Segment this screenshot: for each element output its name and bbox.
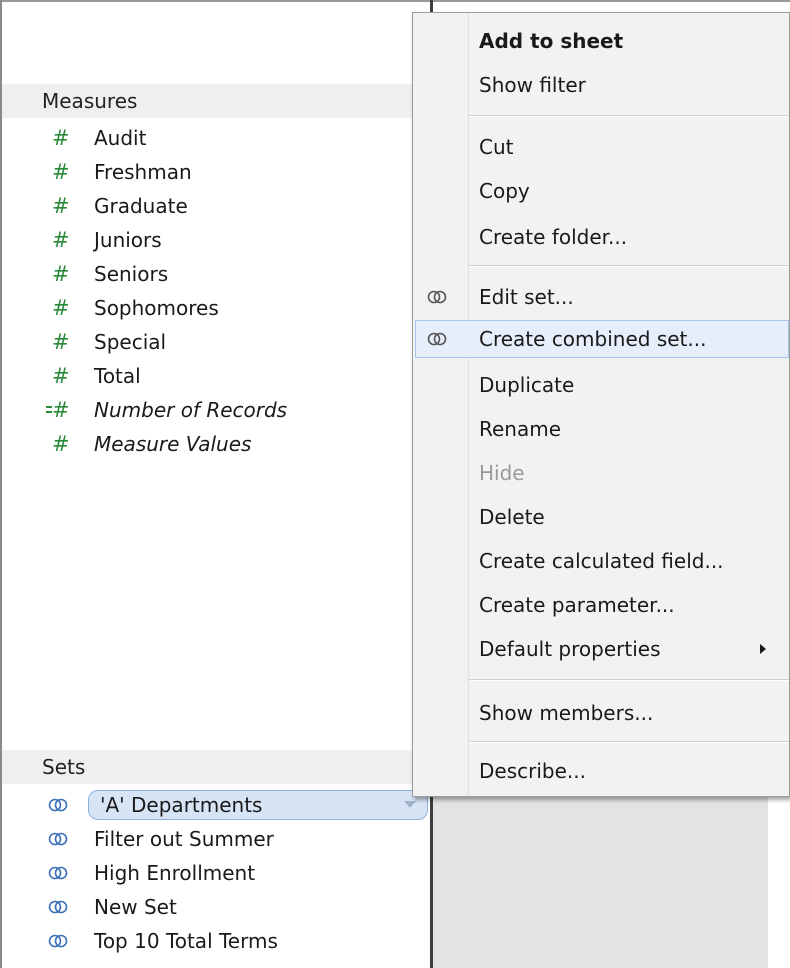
menu-item-label: Create combined set... bbox=[479, 327, 707, 351]
measure-field-audit[interactable]: # Audit bbox=[2, 121, 430, 155]
sets-header: Sets bbox=[2, 750, 430, 784]
hash-icon: # bbox=[52, 194, 70, 218]
hash-icon: # bbox=[52, 160, 70, 184]
set-label: Filter out Summer bbox=[94, 827, 274, 851]
measure-field-total[interactable]: # Total bbox=[2, 359, 430, 393]
menu-separator-highlight bbox=[469, 116, 789, 117]
menu-item-label: Cut bbox=[479, 135, 514, 159]
measure-field-freshman[interactable]: # Freshman bbox=[2, 155, 430, 189]
menu-item-label: Create parameter... bbox=[479, 593, 675, 617]
menu-item-label: Hide bbox=[479, 461, 525, 485]
menu-item-label: Delete bbox=[479, 505, 545, 529]
menu-item-duplicate[interactable]: Duplicate bbox=[413, 365, 789, 405]
menu-item-show-members[interactable]: Show members... bbox=[413, 693, 789, 733]
set-icon bbox=[427, 290, 447, 304]
set-item-new-set[interactable]: New Set bbox=[2, 890, 430, 924]
measure-field-juniors[interactable]: # Juniors bbox=[2, 223, 430, 257]
submenu-arrow-icon bbox=[760, 644, 766, 654]
measure-field-number-of-records[interactable]: # Number of Records bbox=[2, 393, 430, 427]
set-item-high-enrollment[interactable]: High Enrollment bbox=[2, 856, 430, 890]
menu-separator-highlight bbox=[469, 742, 789, 743]
dropdown-arrow-icon[interactable] bbox=[404, 801, 416, 808]
field-label: Number of Records bbox=[94, 398, 288, 422]
menu-item-create-folder[interactable]: Create folder... bbox=[413, 217, 789, 257]
menu-item-label: Add to sheet bbox=[479, 29, 624, 53]
menu-item-create-parameter[interactable]: Create parameter... bbox=[413, 585, 789, 625]
field-label: Sophomores bbox=[94, 296, 219, 320]
field-label: Measure Values bbox=[94, 432, 252, 456]
measure-field-seniors[interactable]: # Seniors bbox=[2, 257, 430, 291]
menu-item-edit-set[interactable]: Edit set... bbox=[413, 277, 789, 317]
hash-icon: # bbox=[52, 296, 70, 320]
menu-item-label: Create calculated field... bbox=[479, 549, 724, 573]
menu-item-label: Rename bbox=[479, 417, 562, 441]
menu-item-label: Duplicate bbox=[479, 373, 575, 397]
hash-icon: # bbox=[52, 432, 70, 456]
menu-separator-highlight bbox=[469, 680, 789, 681]
menu-item-label: Copy bbox=[479, 179, 530, 203]
context-menu: Add to sheet Show filter Cut Copy Create… bbox=[412, 12, 790, 797]
field-label: Juniors bbox=[94, 228, 162, 252]
set-label: New Set bbox=[94, 895, 177, 919]
measure-field-graduate[interactable]: # Graduate bbox=[2, 189, 430, 223]
menu-item-delete[interactable]: Delete bbox=[413, 497, 789, 537]
measure-field-sophomores[interactable]: # Sophomores bbox=[2, 291, 430, 325]
set-icon bbox=[48, 866, 68, 880]
menu-item-describe[interactable]: Describe... bbox=[413, 751, 789, 791]
hash-icon: # bbox=[52, 126, 70, 150]
set-label: 'A' Departments bbox=[100, 793, 263, 817]
hash-icon: # bbox=[52, 330, 70, 354]
measure-field-measure-values[interactable]: # Measure Values bbox=[2, 427, 430, 461]
set-icon bbox=[48, 900, 68, 914]
menu-separator-highlight bbox=[469, 266, 789, 267]
field-label: Seniors bbox=[94, 262, 169, 286]
field-label: Total bbox=[94, 364, 141, 388]
menu-item-add-to-sheet[interactable]: Add to sheet bbox=[413, 21, 789, 61]
measure-field-special[interactable]: # Special bbox=[2, 325, 430, 359]
set-label: Top 10 Total Terms bbox=[94, 929, 278, 953]
menu-item-label: Show filter bbox=[479, 73, 586, 97]
set-label: High Enrollment bbox=[94, 861, 256, 885]
menu-item-cut[interactable]: Cut bbox=[413, 127, 789, 167]
menu-item-label: Default properties bbox=[479, 637, 661, 661]
set-icon bbox=[48, 832, 68, 846]
field-label: Graduate bbox=[94, 194, 188, 218]
menu-item-label: Show members... bbox=[479, 701, 654, 725]
menu-item-label: Create folder... bbox=[479, 225, 628, 249]
field-label: Special bbox=[94, 330, 167, 354]
menu-item-show-filter[interactable]: Show filter bbox=[413, 65, 789, 105]
menu-item-rename[interactable]: Rename bbox=[413, 409, 789, 449]
field-label: Freshman bbox=[94, 160, 192, 184]
set-item-a-departments[interactable]: 'A' Departments bbox=[2, 788, 430, 822]
menu-item-label: Edit set... bbox=[479, 285, 574, 309]
set-icon bbox=[427, 332, 447, 346]
menu-item-create-calculated-field[interactable]: Create calculated field... bbox=[413, 541, 789, 581]
set-item-filter-out-summer[interactable]: Filter out Summer bbox=[2, 822, 430, 856]
menu-item-label: Describe... bbox=[479, 759, 586, 783]
hash-icon: # bbox=[52, 262, 70, 286]
menu-item-hide: Hide bbox=[413, 453, 789, 493]
view-area-edge bbox=[768, 796, 790, 968]
hash-icon: # bbox=[52, 228, 70, 252]
measures-header: Measures bbox=[2, 84, 430, 118]
menu-item-copy[interactable]: Copy bbox=[413, 171, 789, 211]
set-item-top-10-total-terms[interactable]: Top 10 Total Terms bbox=[2, 924, 430, 958]
field-label: Audit bbox=[94, 126, 147, 150]
menu-item-default-properties[interactable]: Default properties bbox=[413, 629, 789, 669]
menu-item-create-combined-set[interactable]: Create combined set... bbox=[413, 319, 789, 359]
hash-equals-icon: # bbox=[46, 393, 72, 427]
set-icon bbox=[48, 934, 68, 948]
set-icon bbox=[48, 798, 68, 812]
hash-icon: # bbox=[52, 364, 70, 388]
view-area bbox=[433, 796, 768, 968]
